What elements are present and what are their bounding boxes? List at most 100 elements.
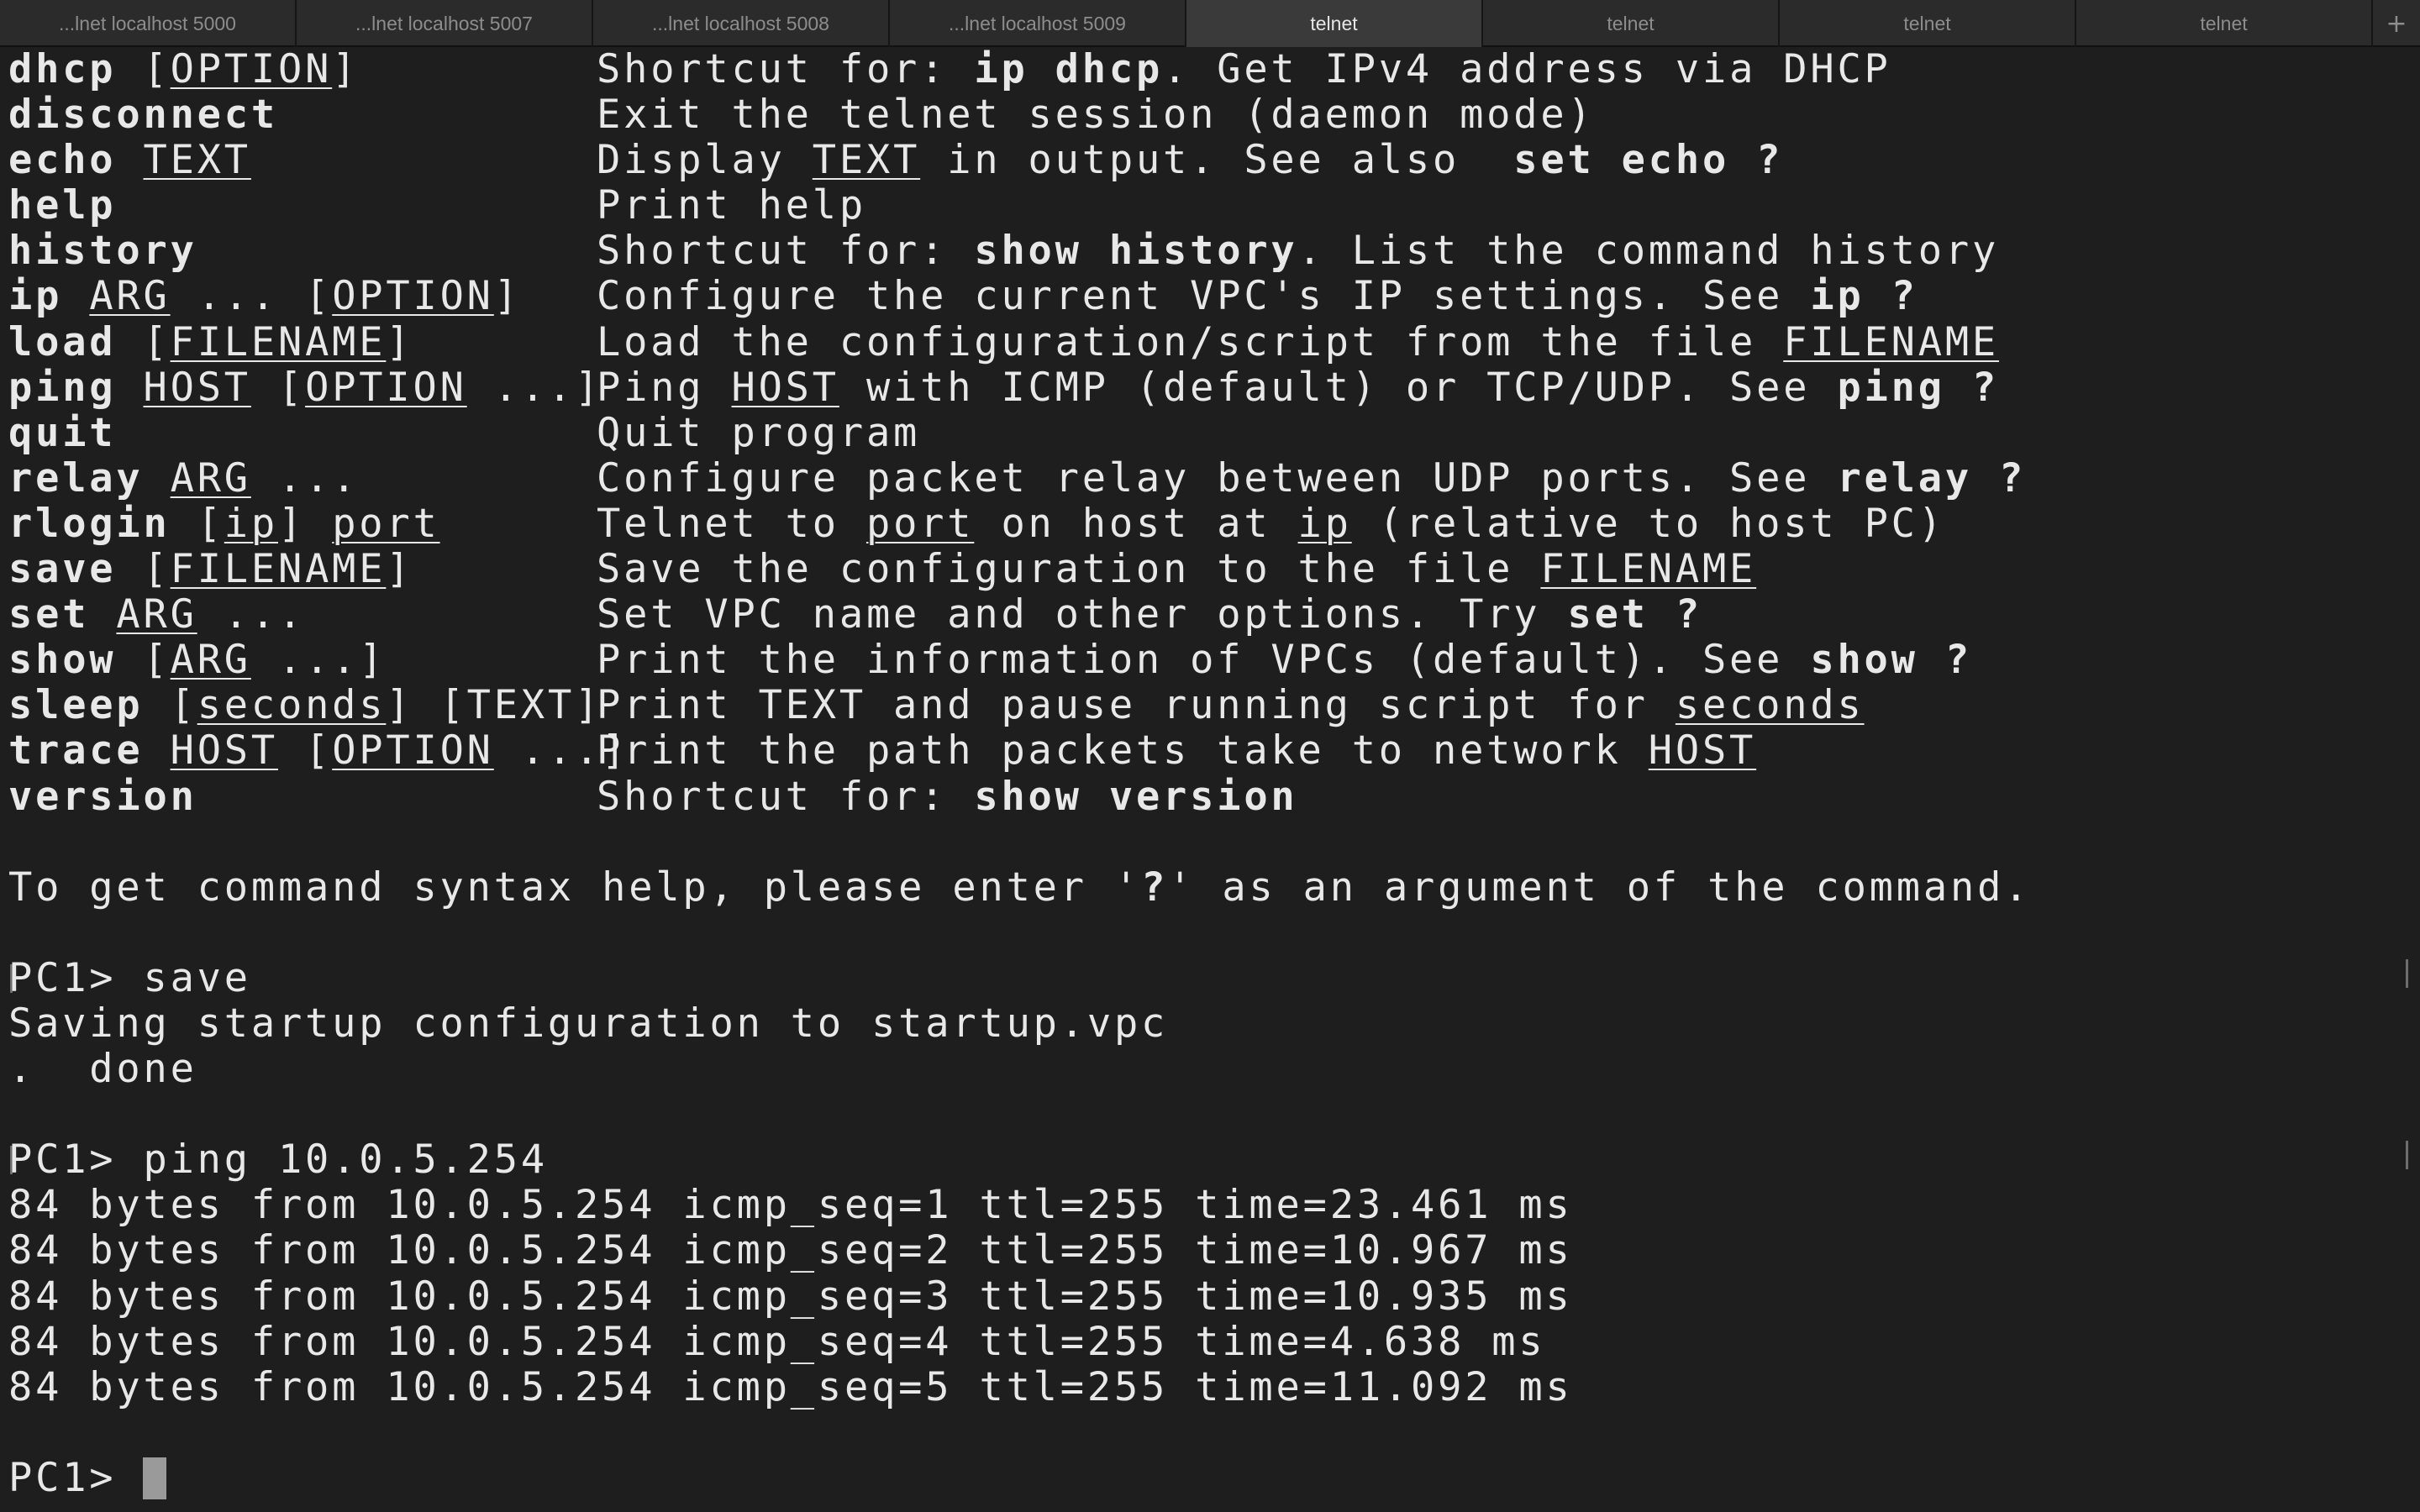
help-command-seg: [ bbox=[277, 727, 333, 774]
help-description-seg: with ICMP (default) or TCP/UDP. See bbox=[839, 364, 1838, 411]
help-command-seg: OPTION bbox=[305, 364, 467, 411]
help-description: Configure the current VPC's IP settings.… bbox=[597, 274, 1918, 319]
help-command-seg: HOST bbox=[170, 727, 278, 774]
help-description-seg: ip ? bbox=[1810, 273, 1918, 320]
help-command: dhcp [OPTION] bbox=[8, 46, 360, 92]
help-command-seg: ARG bbox=[89, 273, 171, 320]
help-command: history bbox=[8, 228, 197, 274]
tab-telnet-5008[interactable]: ...lnet localhost 5008 bbox=[593, 0, 890, 47]
help-description-seg: set ? bbox=[1567, 591, 1702, 638]
help-description-seg: Shortcut for: bbox=[597, 46, 975, 92]
help-row: set ARG ... Set VPC name and other option… bbox=[8, 592, 2412, 638]
ping-reply-2: 84 bytes from 10.0.5.254 icmp_seq=2 ttl=… bbox=[8, 1227, 1573, 1274]
syntax-hint-seg: To get command syntax help, please enter… bbox=[8, 864, 1142, 911]
help-row: help Print help bbox=[8, 183, 2412, 228]
help-command-seg bbox=[143, 455, 170, 501]
help-command-seg: TEXT bbox=[143, 137, 251, 184]
help-command: help bbox=[8, 183, 116, 228]
help-command-seg: history bbox=[8, 228, 197, 275]
help-command-seg: trace bbox=[8, 727, 144, 774]
prompt-current[interactable]: PC1> bbox=[8, 1455, 167, 1501]
tab-telnet-5009[interactable]: ...lnet localhost 5009 bbox=[890, 0, 1186, 47]
help-command-seg: ... bbox=[197, 591, 306, 638]
help-description: Shortcut for: ip dhcp. Get IPv4 address … bbox=[597, 46, 1891, 92]
help-command-seg: ARG bbox=[170, 637, 251, 684]
help-description-seg: Set VPC name and other options. Try bbox=[597, 591, 1568, 638]
prompt-line-save: PC1> save bbox=[8, 954, 2412, 1001]
help-command-seg: dhcp bbox=[8, 46, 117, 92]
ping-reply-4: 84 bytes from 10.0.5.254 icmp_seq=4 ttl=… bbox=[8, 1318, 1546, 1365]
help-command-seg: quit bbox=[8, 409, 117, 456]
ping-line: 84 bytes from 10.0.5.254 icmp_seq=3 ttl=… bbox=[8, 1273, 2412, 1320]
syntax-hint-seg: ? bbox=[1141, 864, 1169, 911]
tab-telnet-8[interactable]: telnet bbox=[2076, 0, 2373, 47]
help-command-seg: seconds bbox=[197, 682, 387, 729]
prompt-save: PC1> save bbox=[8, 954, 251, 1001]
tab-telnet-6[interactable]: telnet bbox=[1483, 0, 1780, 47]
help-command-seg: ... [ bbox=[170, 273, 333, 320]
help-description-seg: Shortcut for: bbox=[597, 773, 975, 820]
help-description-seg: Shortcut for: bbox=[597, 228, 975, 275]
help-command-seg: OPTION bbox=[170, 46, 333, 92]
help-description-seg: Ping bbox=[597, 364, 732, 411]
help-command-seg: ] bbox=[278, 500, 333, 547]
help-description: Set VPC name and other options. Try set … bbox=[597, 592, 1702, 638]
help-description: Telnet to port on host at ip (relative t… bbox=[597, 501, 1945, 547]
help-description: Display TEXT in output. See also set ech… bbox=[597, 138, 1783, 183]
help-command: save [FILENAME] bbox=[8, 546, 413, 593]
help-command-seg: rlogin bbox=[8, 500, 171, 547]
tab-telnet-5000[interactable]: ...lnet localhost 5000 bbox=[0, 0, 297, 47]
help-description-seg: Print help bbox=[597, 182, 866, 229]
help-command-seg: [ bbox=[116, 46, 171, 92]
help-command-seg: save bbox=[8, 546, 117, 593]
help-command-seg: ip bbox=[8, 273, 63, 320]
help-command-seg bbox=[116, 137, 143, 183]
help-description-seg: Quit program bbox=[597, 409, 921, 456]
tab-telnet-5007[interactable]: ...lnet localhost 5007 bbox=[297, 0, 593, 47]
help-command-seg: load bbox=[8, 318, 117, 365]
help-description-seg: . List the command history bbox=[1297, 228, 2000, 275]
help-description: Print the information of VPCs (default).… bbox=[597, 638, 1972, 683]
tab-telnet-7[interactable]: telnet bbox=[1780, 0, 2076, 47]
help-command-seg: OPTION bbox=[332, 273, 494, 320]
help-description-seg: relay ? bbox=[1837, 454, 2027, 501]
help-command: echo TEXT bbox=[8, 138, 251, 183]
help-description-seg: show version bbox=[974, 773, 1298, 820]
ping-line: 84 bytes from 10.0.5.254 icmp_seq=5 ttl=… bbox=[8, 1364, 2412, 1410]
help-command-seg: ping bbox=[8, 364, 117, 411]
terminal-window: ...lnet localhost 5000 ...lnet localhost… bbox=[0, 0, 2420, 1512]
help-command-seg: OPTION bbox=[332, 727, 494, 774]
help-command-seg: HOST bbox=[143, 364, 251, 411]
help-command-seg: [ bbox=[170, 500, 224, 547]
help-description-seg: ip dhcp bbox=[974, 46, 1164, 92]
help-row: version Shortcut for: show version bbox=[8, 774, 2412, 820]
tab-telnet-active[interactable]: telnet bbox=[1186, 0, 1483, 47]
help-description: Quit program bbox=[597, 409, 921, 456]
ping-reply-3: 84 bytes from 10.0.5.254 icmp_seq=3 ttl=… bbox=[8, 1273, 1573, 1320]
help-command-seg: help bbox=[8, 182, 117, 229]
terminal-output[interactable]: dhcp [OPTION] Shortcut for: ip dhcp. Get … bbox=[8, 46, 2412, 1512]
help-description: Print the path packets take to network H… bbox=[597, 728, 1756, 774]
help-command-seg: version bbox=[8, 773, 197, 820]
help-command-seg: ...] bbox=[250, 637, 387, 684]
help-description: Shortcut for: show history. List the com… bbox=[597, 228, 1999, 274]
new-tab-button[interactable]: + bbox=[2373, 0, 2420, 47]
help-command-seg: ] bbox=[332, 46, 360, 92]
help-description-seg: set echo ? bbox=[1513, 137, 1784, 184]
help-command-seg: [ bbox=[116, 546, 171, 593]
help-command: rlogin [ip] port bbox=[8, 501, 440, 547]
help-row: relay ARG ... Configure packet relay betw… bbox=[8, 454, 2412, 501]
help-command: relay ARG ... bbox=[8, 455, 359, 501]
tab-bar: ...lnet localhost 5000 ...lnet localhost… bbox=[0, 0, 2420, 47]
text-cursor bbox=[143, 1457, 167, 1499]
help-command-seg: ip bbox=[224, 500, 278, 547]
help-command-seg bbox=[116, 365, 143, 411]
save-output-1: Saving startup configuration to startup.… bbox=[8, 1000, 1169, 1047]
help-command: show [ARG ...] bbox=[8, 638, 386, 683]
help-row: quit Quit program bbox=[8, 409, 2412, 456]
help-description: Load the configuration/script from the f… bbox=[597, 319, 1999, 365]
help-description-seg: ping ? bbox=[1837, 364, 2000, 411]
help-description-seg: Configure packet relay between UDP ports… bbox=[597, 454, 1838, 501]
help-command-seg: ] bbox=[386, 318, 413, 365]
help-description: Print help bbox=[597, 183, 866, 228]
